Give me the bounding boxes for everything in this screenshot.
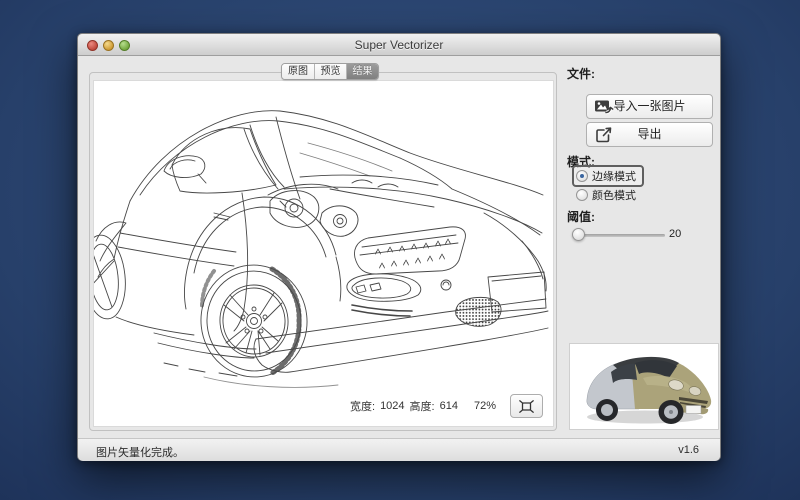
- fit-to-window-icon: [518, 400, 535, 413]
- mode-edge-label: 边缘模式: [592, 168, 636, 184]
- export-button-label: 导出: [637, 127, 661, 141]
- status-message: 图片矢量化完成。: [96, 444, 184, 460]
- status-bar: 图片矢量化完成。 v1.6: [78, 438, 720, 461]
- app-window: Super Vectorizer 原图 预览 结果: [77, 33, 721, 461]
- threshold-slider[interactable]: [573, 234, 665, 237]
- view-tabs: 原图 预览 结果: [281, 63, 379, 80]
- mode-option-edge[interactable]: 边缘模式: [572, 165, 644, 187]
- import-image-button[interactable]: 导入一张图片: [586, 94, 713, 119]
- original-car-photo: [573, 347, 716, 427]
- zoom-percent: 72%: [474, 400, 496, 412]
- threshold-label: 阈值:: [567, 208, 595, 225]
- mode-color-label: 颜色模式: [592, 187, 636, 203]
- original-image-thumbnail: [569, 343, 719, 430]
- photo-import-icon: [594, 98, 615, 116]
- threshold-value: 20: [669, 228, 681, 240]
- fit-to-window-button[interactable]: [510, 394, 543, 418]
- import-button-label: 导入一张图片: [613, 99, 685, 113]
- mode-option-color[interactable]: 颜色模式: [576, 187, 636, 203]
- car-line-art: [94, 81, 555, 428]
- tab-preview[interactable]: 预览: [314, 64, 346, 79]
- height-value: 614: [440, 400, 458, 412]
- radio-selected-icon[interactable]: [576, 170, 588, 182]
- titlebar[interactable]: Super Vectorizer: [78, 34, 720, 56]
- file-section-label: 文件:: [567, 65, 595, 82]
- radio-unselected-icon[interactable]: [576, 189, 588, 201]
- tab-original[interactable]: 原图: [282, 64, 314, 79]
- export-button[interactable]: 导出: [586, 122, 713, 147]
- image-info: 宽度: 1024 高度: 614 72%: [345, 394, 543, 418]
- width-value: 1024: [380, 400, 404, 412]
- result-canvas: 宽度: 1024 高度: 614 72%: [93, 80, 554, 427]
- app-version: v1.6: [678, 444, 699, 456]
- threshold-slider-knob[interactable]: [572, 228, 585, 241]
- width-label: 宽度:: [350, 398, 375, 414]
- height-label: 高度:: [410, 398, 435, 414]
- window-title: Super Vectorizer: [78, 38, 720, 52]
- export-arrow-icon: [594, 126, 615, 144]
- tab-result[interactable]: 结果: [346, 64, 378, 79]
